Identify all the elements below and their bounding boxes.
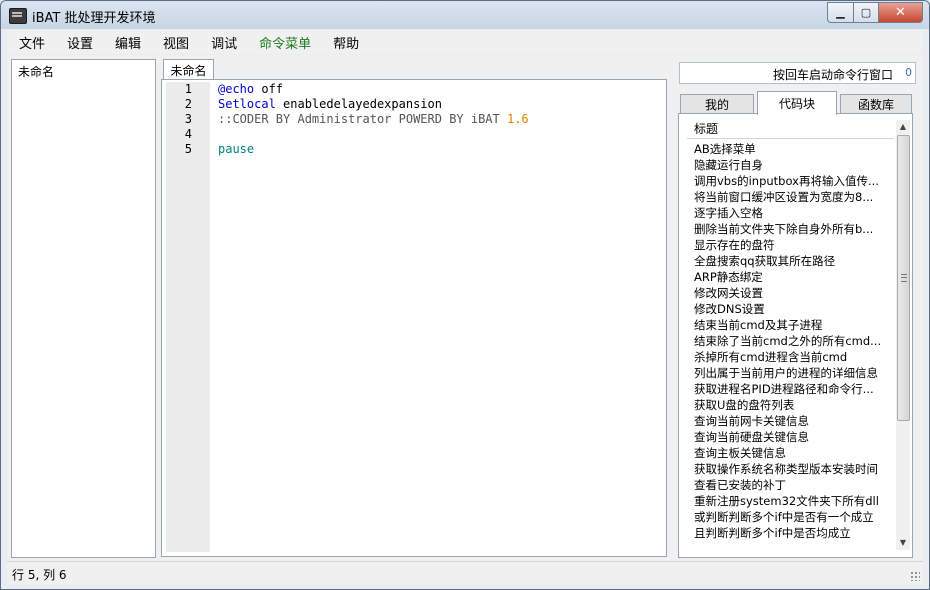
snippet-list-item[interactable]: 调用vbs的inputbox再将输入值传... [694,173,891,189]
command-hint-count: 0 [905,66,912,79]
code-token: @echo [218,82,255,96]
title-bar[interactable]: iBAT 批处理开发环境 ▁ ▢ ✕ [1,1,929,29]
snippet-list-item[interactable]: 杀掉所有cmd进程含当前cmd [694,349,891,365]
tab-code-blocks[interactable]: 代码块 [757,91,837,115]
command-hint-box[interactable]: 按回车启动命令行窗口 0 [679,62,916,84]
scroll-up-icon[interactable]: ▲ [896,120,910,134]
app-window: iBAT 批处理开发环境 ▁ ▢ ✕ 文件 设置 编辑 视图 调试 命令菜单 帮… [0,0,930,590]
tab-mine[interactable]: 我的 [680,94,754,114]
menu-edit[interactable]: 编辑 [105,33,151,52]
snippet-list-item[interactable]: 修改DNS设置 [694,301,891,317]
code-line[interactable]: ::CODER BY Administrator POWERD BY iBAT … [218,112,529,127]
snippet-list-item[interactable]: 查询主板关键信息 [694,445,891,461]
grip-icon [901,274,907,282]
client-area: 未命名 未命名 1 2 3 4 5 @echo off Setlocal enab… [7,55,923,561]
line-number: 2 [184,97,192,111]
menu-commands[interactable]: 命令菜单 [249,33,321,52]
code-line[interactable]: @echo off [218,82,529,97]
snippet-list-item[interactable]: AB选择菜单 [694,141,891,157]
resize-grip-icon[interactable] [910,571,920,581]
snippet-list-item[interactable]: 重新注册system32文件夹下所有dll [694,493,891,509]
snippet-list-item[interactable]: 列出属于当前用户的进程的详细信息 [694,365,891,381]
code-token: Setlocal [218,97,276,111]
snippet-list-item[interactable]: 获取进程名PID进程路径和命令行... [694,381,891,397]
code-line[interactable] [218,127,529,142]
editor-tab[interactable]: 未命名 [163,59,214,80]
menu-view[interactable]: 视图 [153,33,199,52]
code-editor[interactable]: 1 2 3 4 5 @echo off Setlocal enabledelaye… [161,79,667,557]
snippet-list-item[interactable]: 查看已安装的补丁 [694,477,891,493]
snippet-list-item[interactable]: 显示存在的盘符 [694,237,891,253]
close-button[interactable]: ✕ [879,2,923,23]
maximize-button[interactable]: ▢ [854,2,879,23]
snippet-list-item[interactable]: 获取操作系统名称类型版本安装时间 [694,461,891,477]
window-controls: ▁ ▢ ✕ [827,2,923,23]
code-token: pause [218,142,255,156]
line-number: 5 [184,142,192,156]
snippet-list-item[interactable]: 获取U盘的盘符列表 [694,397,891,413]
vertical-scrollbar[interactable]: ▲ ▼ [896,120,910,550]
snippet-list-item[interactable]: 结束除了当前cmd之外的所有cmd... [694,333,891,349]
window-title: iBAT 批处理开发环境 [32,11,156,26]
code-token: 1.6 [506,112,529,126]
cursor-position: 行 5, 列 6 [12,568,67,582]
minimize-button[interactable]: ▁ [827,2,854,23]
snippet-list-item[interactable]: 或判断判断多个if中是否有一个成立 [694,509,891,525]
list-header-title[interactable]: 标题 [687,120,894,139]
snippet-list-item[interactable]: 删除当前文件夹下除自身外所有b... [694,221,891,237]
line-number: 4 [184,127,192,141]
snippet-list-item[interactable]: 将当前窗口缓冲区设置为宽度为8... [694,189,891,205]
snippet-list-item[interactable]: 查询当前硬盘关键信息 [694,429,891,445]
menu-help[interactable]: 帮助 [323,33,369,52]
line-number: 3 [184,112,192,126]
line-number: 1 [184,82,192,96]
status-bar: 行 5, 列 6 [7,561,923,584]
app-icon [9,8,27,24]
code-token: off [254,82,284,96]
code-text[interactable]: @echo off Setlocal enabledelayedexpansion… [218,82,529,157]
snippet-list-item[interactable]: 结束当前cmd及其子进程 [694,317,891,333]
snippet-list-item[interactable]: 修改网关设置 [694,285,891,301]
snippet-list-item[interactable]: 全盘搜索qq获取其所在路径 [694,253,891,269]
snippet-tabs: 我的 代码块 函数库 [680,91,916,115]
snippet-list-panel: 标题 AB选择菜单 隐藏运行自身 调用vbs的inputbox再将输入值传... 将当… [678,113,913,558]
snippet-list: AB选择菜单 隐藏运行自身 调用vbs的inputbox再将输入值传... 将当前窗口… [694,141,891,541]
scrollbar-thumb[interactable] [897,135,910,421]
snippet-list-item[interactable]: ARP静态绑定 [694,269,891,285]
menu-bar: 文件 设置 编辑 视图 调试 命令菜单 帮助 [7,30,923,54]
snippet-list-item[interactable]: 查询当前网卡关键信息 [694,413,891,429]
menu-debug[interactable]: 调试 [201,33,247,52]
code-token: ::CODER BY Administrator POWERD BY iBAT [218,112,507,126]
file-list-item[interactable]: 未命名 [18,63,54,80]
line-number-gutter: 1 2 3 4 5 [166,82,210,552]
snippet-list-item[interactable]: 且判断判断多个if中是否均成立 [694,525,891,541]
code-line[interactable]: pause [218,142,529,157]
snippet-list-item[interactable]: 逐字插入空格 [694,205,891,221]
code-line[interactable]: Setlocal enabledelayedexpansion [218,97,529,112]
menu-file[interactable]: 文件 [9,33,55,52]
scroll-down-icon[interactable]: ▼ [896,536,910,550]
snippet-list-item[interactable]: 隐藏运行自身 [694,157,891,173]
command-hint-text: 按回车启动命令行窗口 [772,68,893,82]
tab-function-library[interactable]: 函数库 [840,94,912,114]
file-list-panel: 未命名 [11,59,156,558]
menu-settings[interactable]: 设置 [57,33,103,52]
code-token: enabledelayedexpansion [275,97,442,111]
